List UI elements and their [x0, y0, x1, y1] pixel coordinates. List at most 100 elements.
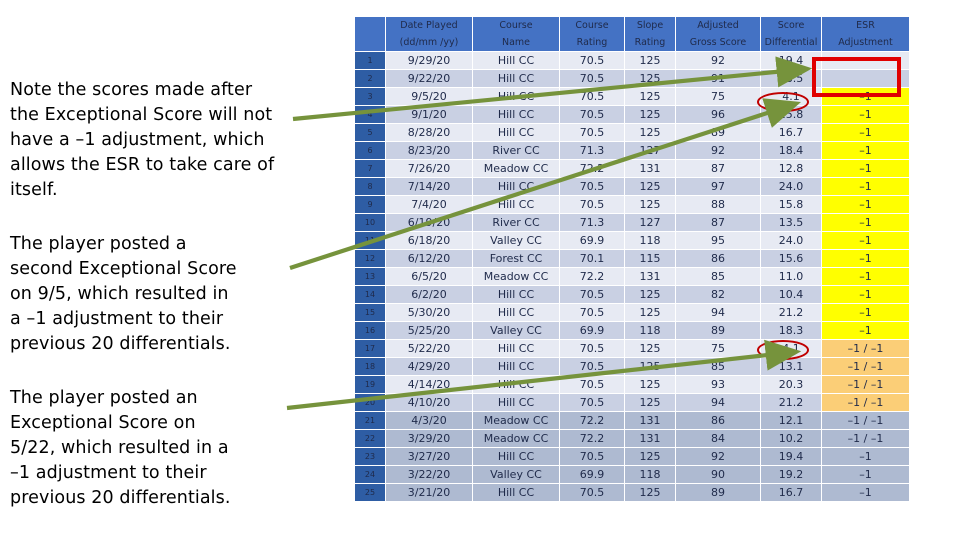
header-line-1: ESR [856, 20, 875, 31]
cell-date-played: 9/1/20 [386, 106, 472, 123]
cell-esr-adjustment: –1 [822, 106, 909, 123]
table-row[interactable]: 20 4/10/20 Hill CC 70.5 125 94 21.2 –1 / –1 [355, 394, 909, 411]
table-row[interactable]: 6 8/23/20 River CC 71.3 127 92 18.4 –1 [355, 142, 909, 159]
table-row[interactable]: 2 9/22/20 Hill CC 70.5 125 91 18.5 [355, 70, 909, 87]
table-row[interactable]: 10 6/19/20 River CC 71.3 127 87 13.5 –1 [355, 214, 909, 231]
table-row[interactable]: 7 7/26/20 Meadow CC 72.2 131 87 12.8 –1 [355, 160, 909, 177]
cell-esr-adjustment: –1 / –1 [822, 430, 909, 447]
cell-course-name: Hill CC [473, 88, 559, 105]
header-line-2: Rating [576, 37, 608, 48]
cell-date-played: 4/3/20 [386, 412, 472, 429]
column-header-date-played: Date Played (dd/mm /yy) [386, 17, 472, 51]
cell-course-rating: 69.9 [560, 466, 624, 483]
cell-slope-rating: 125 [625, 286, 675, 303]
cell-slope-rating: 131 [625, 160, 675, 177]
notes-column: Note the scores made after the Exception… [10, 78, 340, 511]
table-row[interactable]: 15 5/30/20 Hill CC 70.5 125 94 21.2 –1 [355, 304, 909, 321]
table-row[interactable]: 24 3/22/20 Valley CC 69.9 118 90 19.2 –1 [355, 466, 909, 483]
cell-date-played: 3/21/20 [386, 484, 472, 501]
row-index: 7 [355, 160, 385, 177]
cell-date-played: 5/25/20 [386, 322, 472, 339]
cell-slope-rating: 125 [625, 358, 675, 375]
cell-date-played: 7/14/20 [386, 178, 472, 195]
cell-adjusted-gross-score: 84 [676, 430, 760, 447]
cell-course-rating: 72.2 [560, 268, 624, 285]
row-index: 12 [355, 250, 385, 267]
row-index: 10 [355, 214, 385, 231]
table-row[interactable]: 23 3/27/20 Hill CC 70.5 125 92 19.4 –1 [355, 448, 909, 465]
table-row[interactable]: 16 5/25/20 Valley CC 69.9 118 89 18.3 –1 [355, 322, 909, 339]
cell-score-differential: 10.4 [761, 286, 821, 303]
cell-slope-rating: 125 [625, 484, 675, 501]
row-index: 24 [355, 466, 385, 483]
table-row[interactable]: 8 7/14/20 Hill CC 70.5 125 97 24.0 –1 [355, 178, 909, 195]
cell-slope-rating: 131 [625, 412, 675, 429]
cell-adjusted-gross-score: 82 [676, 286, 760, 303]
cell-course-name: Valley CC [473, 322, 559, 339]
cell-date-played: 8/23/20 [386, 142, 472, 159]
table-row[interactable]: 19 4/14/20 Hill CC 70.5 125 93 20.3 –1 / –1 [355, 376, 909, 393]
cell-date-played: 7/4/20 [386, 196, 472, 213]
cell-esr-adjustment: –1 / –1 [822, 394, 909, 411]
cell-date-played: 9/22/20 [386, 70, 472, 87]
cell-score-differential: 18.4 [761, 142, 821, 159]
table-row[interactable]: 14 6/2/20 Hill CC 70.5 125 82 10.4 –1 [355, 286, 909, 303]
cell-adjusted-gross-score: 89 [676, 484, 760, 501]
cell-esr-adjustment: –1 [822, 304, 909, 321]
cell-slope-rating: 125 [625, 88, 675, 105]
cell-course-name: Meadow CC [473, 430, 559, 447]
cell-adjusted-gross-score: 88 [676, 196, 760, 213]
cell-course-rating: 70.5 [560, 358, 624, 375]
table-row[interactable]: 5 8/28/20 Hill CC 70.5 125 89 16.7 –1 [355, 124, 909, 141]
cell-course-name: Hill CC [473, 52, 559, 69]
table-header: Date Played (dd/mm /yy) Course Name Cour… [355, 17, 909, 51]
table-row[interactable]: 25 3/21/20 Hill CC 70.5 125 89 16.7 –1 [355, 484, 909, 501]
cell-date-played: 3/27/20 [386, 448, 472, 465]
cell-course-rating: 70.5 [560, 88, 624, 105]
table-row[interactable]: 12 6/12/20 Forest CC 70.1 115 86 15.6 –1 [355, 250, 909, 267]
table-row[interactable]: 18 4/29/20 Hill CC 70.5 125 85 13.1 –1 / –1 [355, 358, 909, 375]
cell-course-name: Hill CC [473, 286, 559, 303]
table-row[interactable]: 9 7/4/20 Hill CC 70.5 125 88 15.8 –1 [355, 196, 909, 213]
table-row[interactable]: 4 9/1/20 Hill CC 70.5 125 96 25.8 –1 [355, 106, 909, 123]
table-row[interactable]: 1 9/29/20 Hill CC 70.5 125 92 19.4 [355, 52, 909, 69]
cell-date-played: 4/29/20 [386, 358, 472, 375]
header-line-1: Course [499, 20, 533, 31]
cell-course-name: Hill CC [473, 178, 559, 195]
cell-date-played: 5/30/20 [386, 304, 472, 321]
cell-esr-adjustment: –1 [822, 232, 909, 249]
cell-slope-rating: 127 [625, 214, 675, 231]
cell-course-rating: 70.5 [560, 304, 624, 321]
table-row[interactable]: 21 4/3/20 Meadow CC 72.2 131 86 12.1 –1 / –1 [355, 412, 909, 429]
cell-esr-adjustment: –1 [822, 160, 909, 177]
cell-course-name: Hill CC [473, 394, 559, 411]
table-row[interactable]: 11 6/18/20 Valley CC 69.9 118 95 24.0 –1 [355, 232, 909, 249]
table-row[interactable]: 17 5/22/20 Hill CC 70.5 125 75 4.1 –1 / –1 [355, 340, 909, 357]
cell-date-played: 6/5/20 [386, 268, 472, 285]
cell-course-name: Hill CC [473, 340, 559, 357]
cell-esr-adjustment: –1 [822, 124, 909, 141]
cell-adjusted-gross-score: 94 [676, 394, 760, 411]
score-record-table: Date Played (dd/mm /yy) Course Name Cour… [354, 16, 910, 502]
cell-course-name: River CC [473, 142, 559, 159]
table-row[interactable]: 3 9/5/20 Hill CC 70.5 125 75 4.1 –1 [355, 88, 909, 105]
cell-adjusted-gross-score: 87 [676, 160, 760, 177]
header-line-2: Gross Score [689, 37, 747, 48]
cell-course-rating: 70.5 [560, 286, 624, 303]
row-index: 22 [355, 430, 385, 447]
row-index: 8 [355, 178, 385, 195]
cell-score-differential: 21.2 [761, 304, 821, 321]
cell-score-differential: 18.3 [761, 322, 821, 339]
cell-esr-adjustment: –1 [822, 250, 909, 267]
row-index: 20 [355, 394, 385, 411]
cell-adjusted-gross-score: 90 [676, 466, 760, 483]
column-header-index [355, 17, 385, 51]
cell-course-name: Hill CC [473, 448, 559, 465]
table-row[interactable]: 13 6/5/20 Meadow CC 72.2 131 85 11.0 –1 [355, 268, 909, 285]
cell-adjusted-gross-score: 89 [676, 124, 760, 141]
row-index: 17 [355, 340, 385, 357]
column-header-slope-rating: Slope Rating [625, 17, 675, 51]
table-row[interactable]: 22 3/29/20 Meadow CC 72.2 131 84 10.2 –1 / –1 [355, 430, 909, 447]
cell-course-name: Valley CC [473, 466, 559, 483]
note-paragraph-3: The player posted an Exceptional Score o… [10, 388, 231, 508]
